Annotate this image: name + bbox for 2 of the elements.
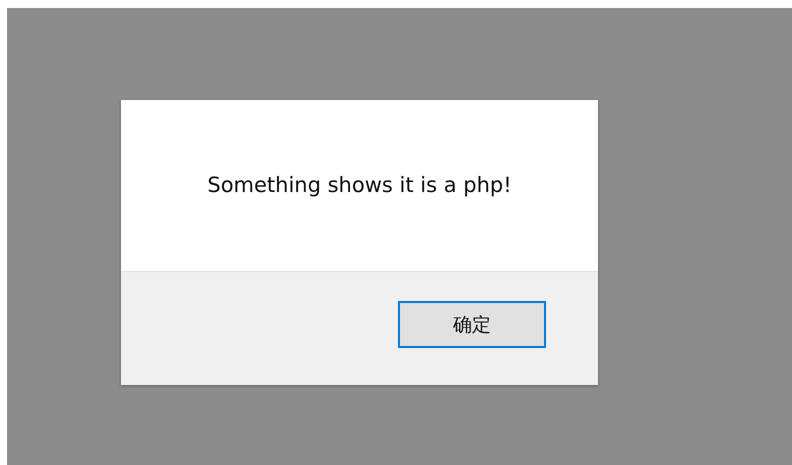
alert-message: Something shows it is a php!: [207, 172, 512, 198]
ok-button[interactable]: 确定: [398, 301, 546, 348]
